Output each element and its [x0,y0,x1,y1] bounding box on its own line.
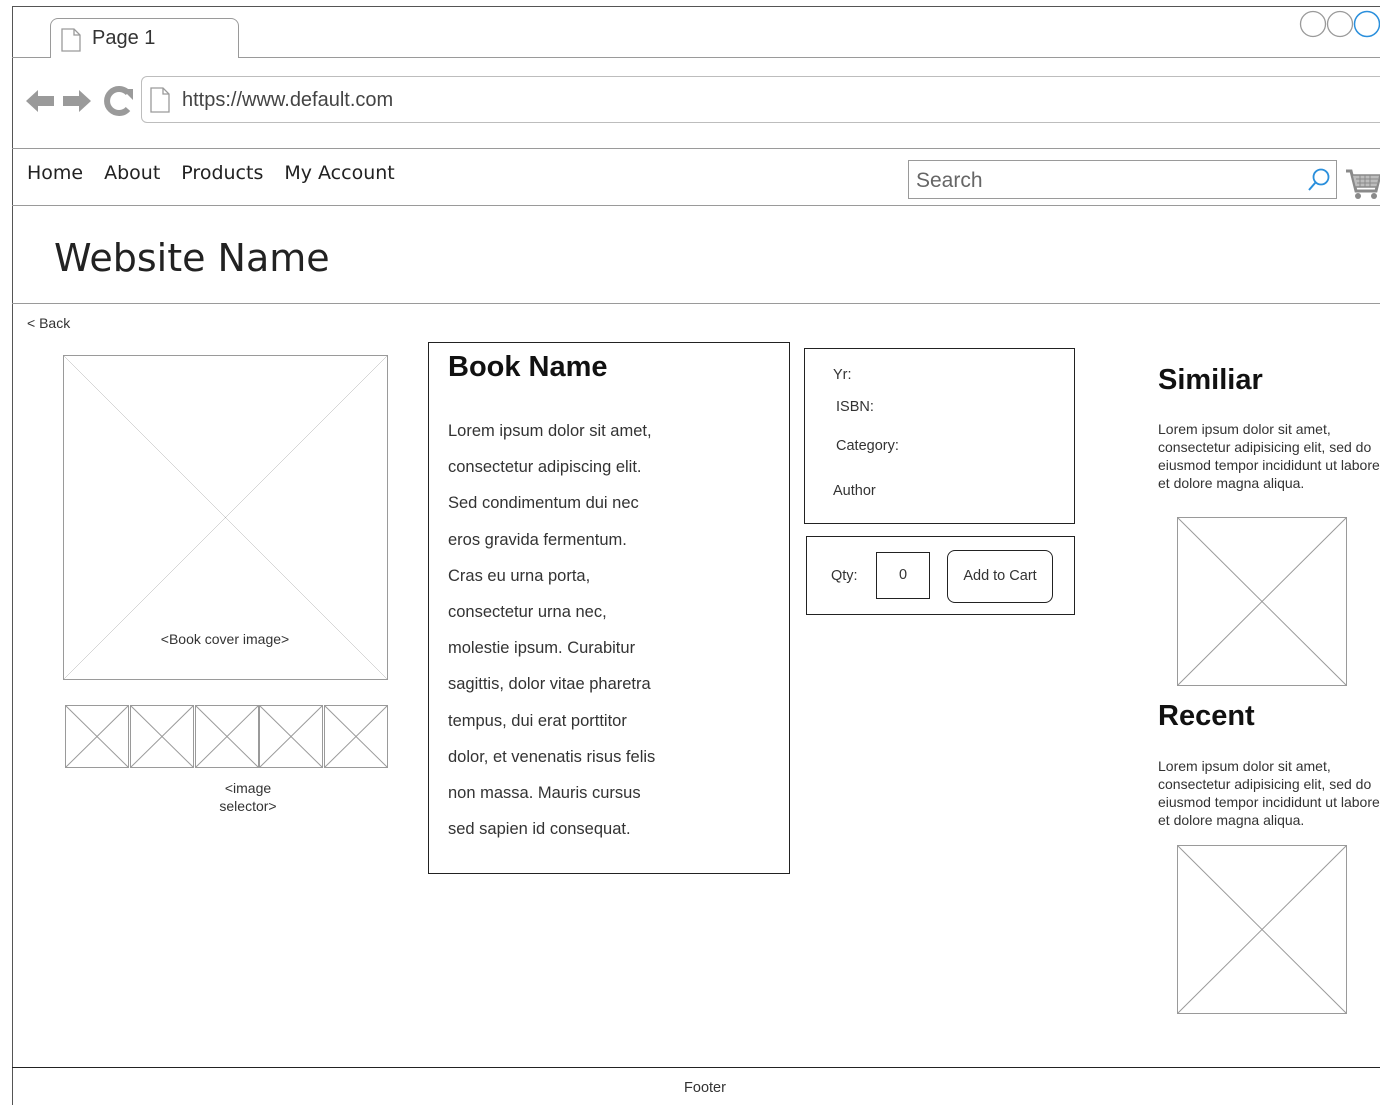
page-icon [150,87,170,118]
category-label: Category: [836,438,899,454]
add-to-cart-panel: Qty: 0 Add to Cart [806,536,1075,615]
address-bar[interactable]: https://www.default.com [141,76,1380,123]
isbn-label: ISBN: [836,399,874,415]
thumbnail-image[interactable] [130,705,194,768]
nav-products[interactable]: Products [181,162,263,184]
recent-text: Lorem ipsum dolor sit amet, consectetur … [1158,758,1380,828]
cover-caption: <Book cover image> [160,631,290,647]
nav-home[interactable]: Home [27,162,83,184]
cart-icon[interactable] [1344,157,1380,206]
back-link[interactable]: < Back [27,315,70,331]
browser-tab[interactable]: Page 1 [50,18,239,58]
page-icon [61,28,81,57]
add-to-cart-button[interactable]: Add to Cart [947,550,1053,603]
arrow-left-icon[interactable] [26,90,54,112]
search-input[interactable]: Search [908,160,1337,199]
thumbnail-image[interactable] [195,705,259,768]
similar-book-image[interactable] [1177,517,1347,686]
similar-heading: Similiar [1158,364,1263,396]
nav-my-account[interactable]: My Account [284,162,394,184]
reload-icon[interactable] [104,86,133,116]
qty-label: Qty: [831,568,858,584]
thumbnail-image[interactable] [324,705,388,768]
recent-book-image[interactable] [1177,845,1347,1014]
footer-divider [12,1067,1380,1068]
recent-heading: Recent [1158,700,1255,732]
similar-text: Lorem ipsum dolor sit amet, consectetur … [1158,421,1380,491]
url-text: https://www.default.com [182,89,394,111]
site-nav: Home About Products My Account [27,162,416,184]
author-label: Author [833,483,876,499]
year-label: Yr: [833,367,852,383]
book-title: Book Name [448,351,608,383]
site-title: Website Name [54,236,330,280]
search-placeholder: Search [916,169,983,192]
footer: Footer [684,1080,726,1096]
book-info: Yr: ISBN: Category: Author [804,348,1075,524]
selector-caption: <image selector> [219,780,277,814]
tab-label: Page 1 [92,27,156,49]
search-icon[interactable] [1307,167,1331,198]
window-controls[interactable] [1299,10,1380,45]
thumbnail-image[interactable] [65,705,129,768]
thumbnail-image[interactable] [259,705,323,768]
nav-about[interactable]: About [104,162,160,184]
qty-input[interactable]: 0 [876,552,930,599]
book-details: Book Name Lorem ipsum dolor sit amet, co… [428,342,790,874]
book-description: Lorem ipsum dolor sit amet, consectetur … [448,422,656,839]
arrow-right-icon[interactable] [63,90,91,112]
